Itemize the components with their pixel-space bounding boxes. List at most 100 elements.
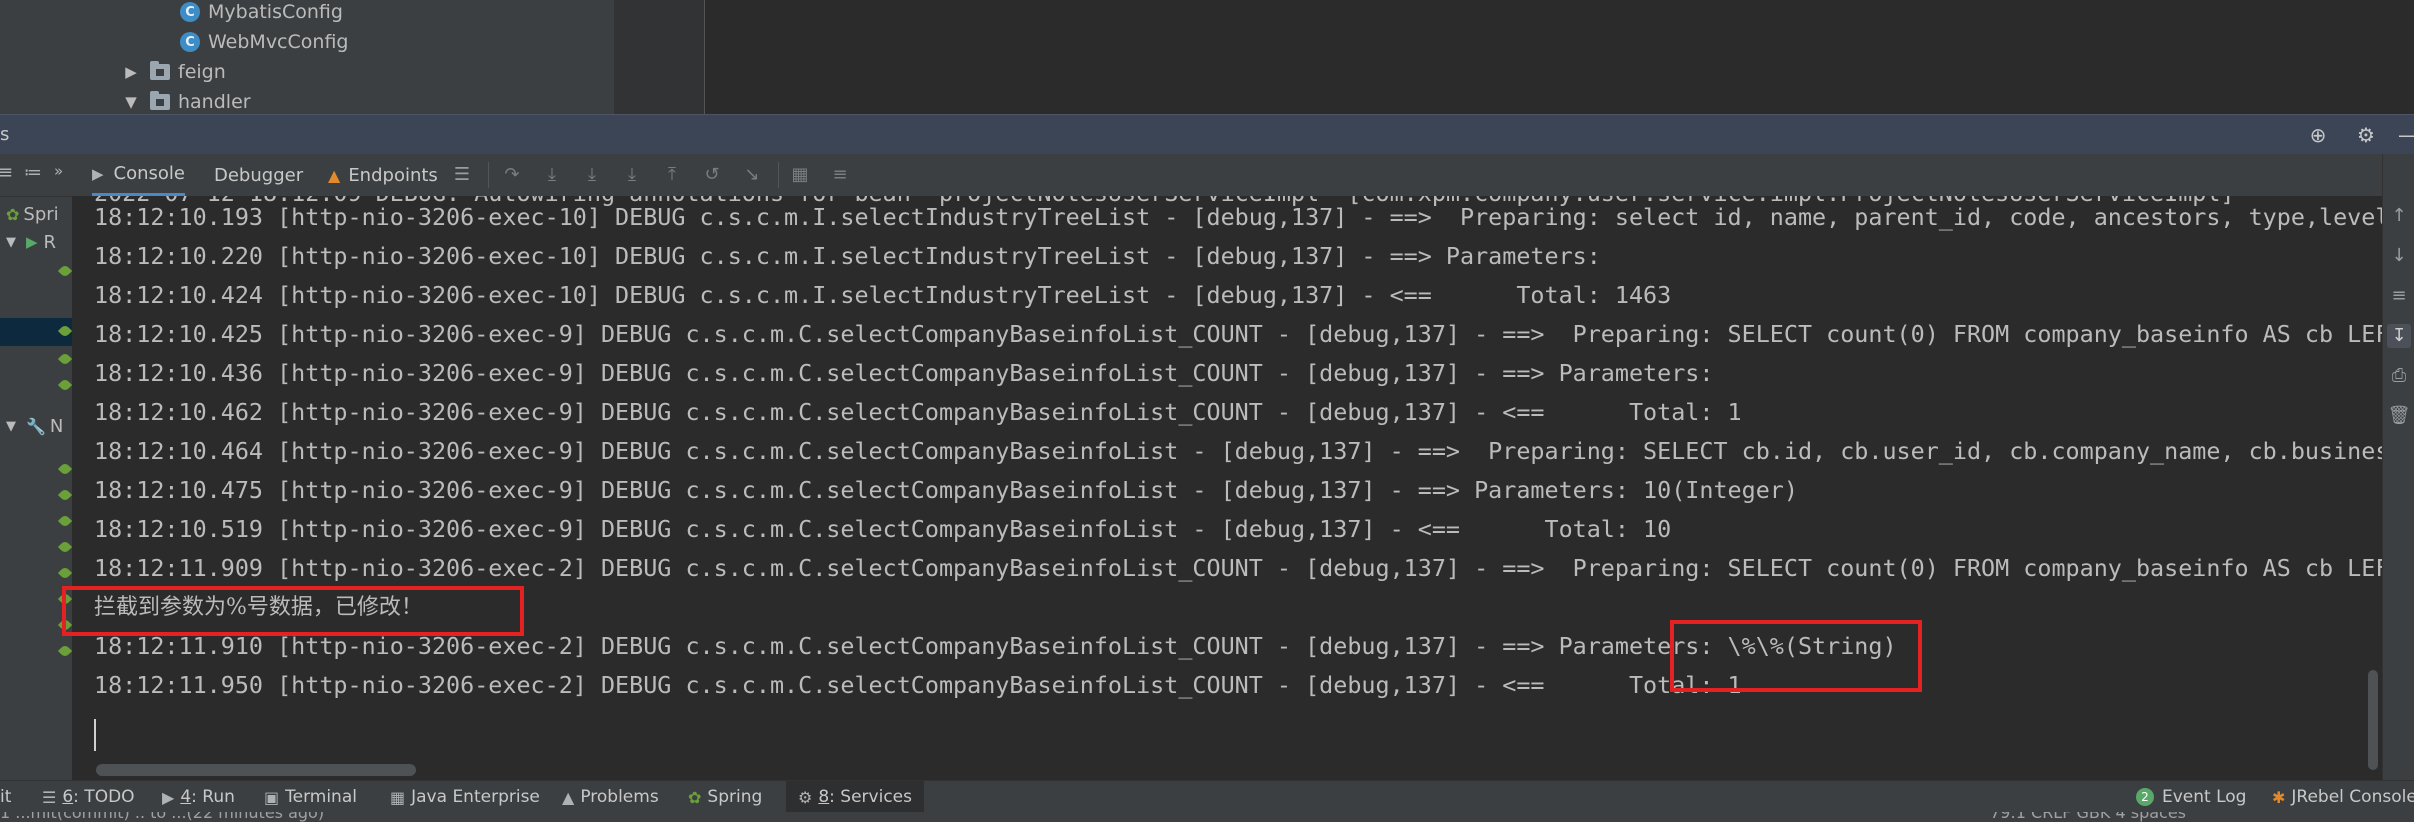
tool-tab-mnemonic: 4 [180, 787, 192, 807]
toolbar-separator [488, 162, 489, 188]
tool-tab-label: Spring [707, 787, 763, 807]
tool-tab-label: JRebel Console [2291, 787, 2414, 807]
step-out-icon[interactable]: ⤒ [660, 163, 684, 187]
spring-boot-icon: ✿ [6, 204, 20, 224]
show-execution-point-icon[interactable]: ↷ [500, 163, 524, 187]
scroll-down-icon[interactable]: ↓ [2387, 244, 2411, 268]
chevron-down-icon[interactable]: ▼ [122, 93, 140, 111]
tree-item-mybatisconfig[interactable]: C MybatisConfig [180, 0, 343, 27]
tool-tab-label: Event Log [2162, 787, 2247, 807]
terminal-icon: ▣ [264, 787, 280, 807]
class-icon: C [180, 2, 200, 22]
step-into-icon[interactable]: ⤓ [580, 163, 604, 187]
tool-tab-services[interactable]: ⚙ 8: Services [786, 781, 924, 813]
services-tree-item-label: N [49, 415, 64, 437]
editor-area[interactable] [614, 0, 2414, 114]
log-line: 18:12:10.464 [http-nio-3206-exec-9] DEBU… [94, 437, 2382, 465]
tool-tab-label: Problems [580, 787, 659, 807]
wrench-icon: 🔧 [26, 416, 46, 436]
editor-gutter [614, 0, 705, 114]
tool-tab-git[interactable]: it [0, 781, 11, 813]
spring-leaf-icon[interactable] [57, 263, 72, 279]
spring-leaf-icon[interactable] [57, 461, 72, 477]
project-tree: C MybatisConfig C WebMvcConfig ▶ feign ▼… [0, 0, 614, 114]
tree-item-label: WebMvcConfig [208, 31, 349, 53]
tree-item-label: feign [178, 61, 226, 83]
tool-tab-terminal[interactable]: ▣ Terminal [264, 781, 357, 813]
spring-leaf-icon[interactable] [57, 487, 72, 503]
services-tree-item-spring[interactable]: ✿ Spri [6, 200, 59, 228]
globe-icon[interactable]: ⊕ [2306, 123, 2330, 147]
soft-wrap-icon[interactable]: ≡ [2387, 284, 2411, 308]
services-tree-item-running[interactable]: ▼ ▶ R [6, 228, 56, 256]
spring-leaf-icon[interactable] [57, 565, 72, 581]
status-message: 1 ...mit(commit) .. to ...(22 minutes ag… [0, 812, 325, 822]
console-output[interactable]: 2022-07-12 18:12:09 DEBUG: Autowiring an… [72, 196, 2382, 780]
tool-tab-jrebel-console[interactable]: ✱ JRebel Console [2272, 781, 2414, 813]
collapse-all-icon[interactable]: ≔ [24, 162, 42, 183]
package-folder-icon [150, 61, 170, 80]
clear-all-icon[interactable]: 🗑 [2387, 404, 2411, 428]
step-over-icon[interactable]: ⤓ [540, 163, 564, 187]
log-line: 18:12:10.436 [http-nio-3206-exec-9] DEBU… [94, 359, 1728, 387]
minimize-icon[interactable]: — [2396, 123, 2414, 147]
class-icon: C [180, 32, 200, 52]
tab-endpoints[interactable]: ▲ Endpoints [328, 154, 438, 196]
console-toolbar: ▶ Console Debugger ▲ Endpoints ☰ ↷ ⤓ ⤓ ⤓… [72, 154, 2382, 197]
tool-tab-spring[interactable]: ✿ Spring [688, 781, 762, 813]
spring-leaf-icon[interactable] [57, 539, 72, 555]
tree-item-webmvcconfig[interactable]: C WebMvcConfig [180, 27, 348, 57]
tool-tab-label: : Run [191, 787, 235, 807]
chevron-down-icon[interactable]: ▼ [6, 419, 16, 434]
log-line: 18:12:11.909 [http-nio-3206-exec-2] DEBU… [94, 554, 2382, 582]
expand-all-icon[interactable]: ≡ [0, 162, 13, 183]
tool-tab-todo[interactable]: ☰ 6: TODO [42, 781, 135, 813]
tab-label: Console [113, 163, 186, 184]
tab-console[interactable]: ▶ Console [92, 154, 186, 196]
tool-tab-label: Terminal [285, 787, 357, 807]
tool-tab-mnemonic: 6 [62, 787, 74, 807]
log-line: 18:12:10.193 [http-nio-3206-exec-10] DEB… [94, 203, 2382, 231]
chevron-down-icon[interactable]: ▼ [6, 235, 16, 250]
tool-tab-label: : TODO [73, 787, 135, 807]
horizontal-scrollbar[interactable] [96, 764, 416, 776]
run-icon: ▶ [26, 233, 38, 251]
spring-leaf-icon[interactable] [57, 351, 72, 367]
evaluate-expression-icon[interactable]: ▦ [788, 163, 812, 187]
services-icon: ⚙ [798, 787, 813, 807]
tool-tab-event-log[interactable]: 2 Event Log [2136, 781, 2246, 813]
spring-icon: ✿ [688, 787, 702, 807]
tool-tab-label: : Services [829, 787, 912, 807]
log-line: 18:12:10.220 [http-nio-3206-exec-10] DEB… [94, 242, 1615, 270]
vertical-scrollbar[interactable] [2368, 670, 2378, 770]
log-line: 18:12:10.424 [http-nio-3206-exec-10] DEB… [94, 281, 1672, 309]
services-title: s [0, 124, 10, 145]
tab-label: Endpoints [348, 164, 438, 186]
run-to-cursor-icon[interactable]: ↘ [740, 163, 764, 187]
scroll-to-end-icon[interactable]: ↧ [2387, 324, 2411, 348]
tool-tab-mnemonic: 8 [818, 787, 830, 807]
log-line: 18:12:10.519 [http-nio-3206-exec-9] DEBU… [94, 515, 1672, 543]
spring-leaf-icon[interactable] [57, 377, 72, 393]
list-menu-icon[interactable]: ☰ [450, 163, 474, 187]
spring-leaf-icon[interactable] [57, 513, 72, 529]
tool-tab-problems[interactable]: ▲ Problems [562, 781, 659, 813]
tab-debugger[interactable]: Debugger [214, 154, 303, 196]
spring-leaf-icon[interactable] [57, 643, 72, 659]
trace-icon[interactable]: ≡ [828, 163, 852, 187]
tool-tab-java-enterprise[interactable]: ▦ Java Enterprise [390, 781, 540, 813]
chevron-right-icon[interactable]: ▶ [122, 63, 140, 81]
tree-item-handler[interactable]: ▼ handler [122, 87, 251, 114]
tree-item-feign[interactable]: ▶ feign [122, 57, 226, 87]
gear-icon[interactable]: ⚙ [2354, 123, 2378, 147]
java-enterprise-icon: ▦ [390, 787, 406, 807]
force-step-into-icon[interactable]: ⤓ [620, 163, 644, 187]
print-icon[interactable]: ⎙ [2387, 364, 2411, 388]
more-icon[interactable]: » [54, 162, 63, 180]
log-line: 18:12:10.475 [http-nio-3206-exec-9] DEBU… [94, 476, 1798, 504]
tool-tab-run[interactable]: ▶ 4: Run [162, 781, 235, 813]
scroll-up-icon[interactable]: ↑ [2387, 204, 2411, 228]
drop-frame-icon[interactable]: ↺ [700, 163, 724, 187]
services-tree-item-not-started[interactable]: ▼ 🔧 N [6, 412, 63, 440]
tool-tab-label: Java Enterprise [411, 787, 540, 807]
